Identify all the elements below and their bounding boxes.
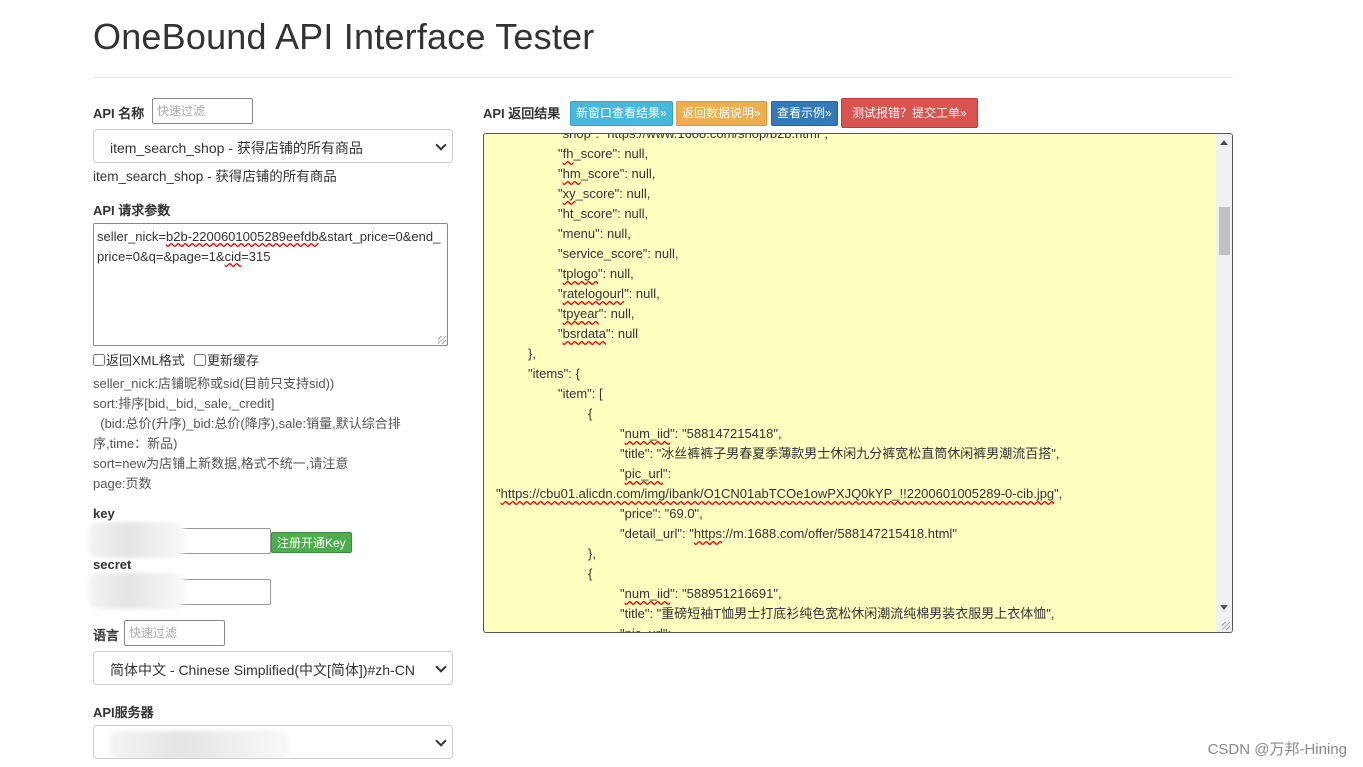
result-label: API 返回结果 — [483, 106, 561, 121]
json-line: "https://cbu01.alicdn.com/img/ibank/O1CN… — [496, 486, 1063, 501]
redacted-server — [109, 731, 289, 758]
xml-format-checkbox-input[interactable] — [93, 353, 105, 366]
json-line: "pic_url": — [496, 624, 1211, 632]
api-select-value: item_search_shop - 获得店铺的所有商品 — [110, 140, 363, 156]
json-line: "price": "69.0", — [620, 506, 703, 521]
watermark: CSDN @万邦-Hining — [1207, 741, 1347, 758]
chevron-down-icon — [435, 139, 447, 151]
json-line: "num_iid": "588951216691", — [620, 586, 782, 601]
json-line: { — [588, 566, 593, 581]
refresh-cache-checkbox-input[interactable] — [194, 353, 206, 366]
server-label: API服务器 — [93, 705, 154, 720]
params-hint: seller_nick:店铺昵称或sid(目前只支持sid)) sort:排序[… — [93, 376, 401, 491]
scrollbar[interactable] — [1216, 134, 1232, 632]
json-line: "ht_score": null, — [558, 206, 649, 221]
chevron-down-icon — [435, 735, 447, 747]
language-select-value: 简体中文 - Chinese Simplified(中文[简体])#zh-CN — [110, 662, 415, 678]
scroll-down-arrow-icon[interactable] — [1220, 605, 1228, 610]
resize-grip-icon[interactable] — [1222, 622, 1230, 630]
return-doc-button[interactable]: 返回数据说明» — [676, 101, 767, 126]
json-line: "shop": "https://www.1688.com/shop/b2b.h… — [558, 133, 828, 141]
json-line: "tpyear": null, — [558, 306, 635, 321]
json-line: "title": "重磅短袖T恤男士打底衫纯色宽松休闲潮流纯棉男装衣服男上衣体恤… — [620, 606, 1055, 621]
page-title: OneBound API Interface Tester — [93, 16, 595, 57]
params-textarea[interactable]: seller_nick=b2b-2200601005289eefdb&start… — [93, 223, 448, 346]
json-line: "xy_score": null, — [558, 186, 651, 201]
language-label: 语言 — [93, 628, 120, 643]
json-line: "bsrdata": null — [558, 326, 639, 341]
chevron-down-icon — [435, 661, 447, 673]
json-line: "item": [ — [558, 386, 603, 401]
redacted-key — [88, 522, 186, 558]
json-line: "pic_url": — [620, 466, 672, 481]
json-line: "hm_score": null, — [558, 166, 656, 181]
language-select[interactable]: 简体中文 - Chinese Simplified(中文[简体])#zh-CN — [93, 651, 453, 685]
xml-format-checkbox[interactable]: 返回XML格式 — [93, 350, 185, 369]
json-line: { — [588, 406, 593, 421]
redacted-secret — [88, 573, 186, 609]
view-example-button[interactable]: 查看示例» — [771, 101, 838, 126]
json-line: "num_iid": "588147215418", — [620, 426, 782, 441]
api-filter-input[interactable] — [152, 98, 253, 124]
key-label: key — [93, 506, 115, 521]
new-window-button[interactable]: 新窗口查看结果» — [570, 101, 673, 126]
json-line: }, — [528, 346, 536, 361]
json-line: "fh_score": null, — [558, 146, 649, 161]
json-line: "tplogo": null, — [558, 266, 634, 281]
language-filter-input[interactable] — [124, 620, 225, 646]
json-line: }, — [588, 546, 596, 561]
json-line: "detail_url": "https://m.1688.com/offer/… — [620, 526, 957, 541]
secret-label: secret — [93, 557, 132, 572]
json-output: "shop": "https://www.1688.com/shop/b2b.h… — [496, 133, 1211, 632]
header-divider — [93, 77, 1233, 78]
report-error-button[interactable]: 测试报错？提交工单» — [841, 98, 978, 128]
scroll-up-arrow-icon[interactable] — [1220, 140, 1228, 145]
refresh-cache-checkbox[interactable]: 更新缓存 — [194, 350, 259, 369]
json-line: "menu": null, — [558, 226, 631, 241]
api-description: item_search_shop - 获得店铺的所有商品 — [93, 169, 337, 184]
params-label: API 请求参数 — [93, 203, 171, 218]
scrollbar-thumb[interactable] — [1219, 207, 1230, 255]
server-select[interactable] — [93, 725, 453, 759]
json-line: "title": "冰丝裤裤子男春夏季薄款男士休闲九分裤宽松直筒休闲裤男潮流百搭… — [620, 446, 1060, 461]
json-line: "ratelogourl": null, — [558, 286, 660, 301]
register-key-button[interactable]: 注册开通Key — [271, 532, 352, 553]
json-line: "service_score": null, — [558, 246, 679, 261]
result-textarea[interactable]: "shop": "https://www.1688.com/shop/b2b.h… — [483, 133, 1233, 633]
resize-grip-icon[interactable] — [438, 336, 446, 344]
api-select[interactable]: item_search_shop - 获得店铺的所有商品 — [93, 129, 453, 163]
api-name-label: API 名称 — [93, 106, 145, 121]
json-line: "items": { — [528, 366, 580, 381]
